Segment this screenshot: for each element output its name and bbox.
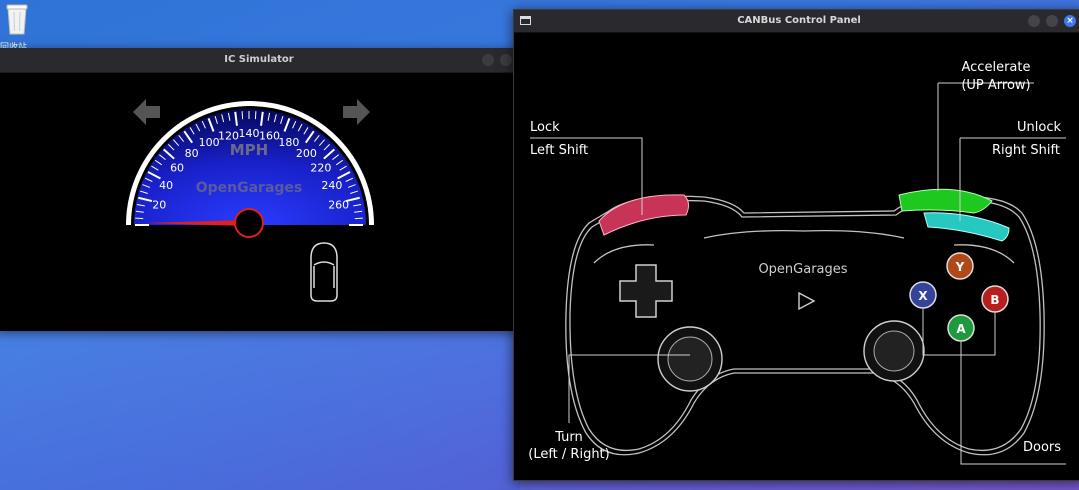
gauge-tick-label: 200: [296, 147, 317, 160]
left-turn-signal-icon: [133, 99, 160, 125]
gamepad-drawing: OpenGarages Y X B A: [530, 82, 1066, 465]
accelerate-trigger[interactable]: [898, 188, 993, 214]
x-button[interactable]: X: [909, 281, 937, 309]
ic-window-title: IC Simulator: [224, 54, 294, 65]
accelerate-key-label: (UP Arrow): [961, 78, 1031, 93]
unlock-label: Unlock: [1017, 120, 1061, 135]
controller-brand: OpenGarages: [758, 262, 847, 277]
gauge-tick-label: 240: [321, 179, 342, 192]
gauge-tick-label: 140: [239, 127, 260, 140]
doors-label: Doors: [1023, 440, 1062, 455]
controller-diagram: OpenGarages Y X B A Lock Left Shift Acce…: [514, 33, 1079, 480]
minimize-button[interactable]: [482, 54, 494, 66]
unlock-shoulder-button[interactable]: [923, 212, 1010, 242]
ic-display: 20 40 60 80 100 120 140 160 180 200 220 240 260 MPH …: [0, 73, 522, 331]
a-button[interactable]: A: [947, 314, 975, 342]
gauge-tick-label: 60: [170, 162, 184, 175]
speedometer: 20406080100120 140 160180200220240260 MPH …: [126, 101, 374, 238]
gauge-tick-label: 260: [328, 199, 349, 212]
b-button[interactable]: B: [981, 285, 1009, 313]
turn-keys-label: (Left / Right): [528, 447, 610, 462]
ic-simulator-window[interactable]: IC Simulator 20 40 60 80 100 120 140 160…: [0, 48, 522, 331]
window-app-icon: [520, 16, 531, 25]
needle-hub: [234, 208, 264, 238]
b-button-label: B: [990, 293, 999, 307]
can-window-titlebar[interactable]: CANBus Control Panel ×: [514, 10, 1079, 33]
dpad[interactable]: [619, 264, 673, 318]
start-button[interactable]: [798, 291, 816, 311]
close-button[interactable]: ×: [1064, 15, 1076, 27]
right-turn-signal-icon: [343, 99, 370, 125]
speed-unit: MPH: [230, 141, 268, 159]
left-thumbstick[interactable]: [657, 326, 723, 392]
gauge-tick-label: 80: [185, 147, 199, 160]
gauge-tick-label: 20: [152, 199, 166, 212]
gauge-tick-label: 40: [159, 179, 173, 192]
lock-label: Lock: [530, 120, 560, 135]
ic-dashboard: 20406080100120 140 160180200220240260 MPH …: [126, 99, 374, 302]
desktop-background-band: [0, 330, 520, 490]
gauge-tick-label: 220: [310, 162, 331, 175]
y-button[interactable]: Y: [946, 252, 974, 280]
x-button-label: X: [918, 289, 928, 303]
gauge-brand: OpenGarages: [196, 180, 303, 196]
y-button-label: Y: [955, 260, 965, 274]
a-button-label: A: [956, 322, 966, 336]
trash-icon[interactable]: [4, 2, 30, 36]
maximize-button[interactable]: [1046, 15, 1058, 27]
turn-label: Turn: [555, 430, 583, 445]
unlock-key-label: Right Shift: [992, 143, 1060, 158]
car-doors-icon: [310, 242, 338, 302]
gauge-tick-label: 100: [199, 136, 220, 149]
minimize-button[interactable]: [1028, 15, 1040, 27]
maximize-button[interactable]: [500, 54, 512, 66]
lock-shoulder-button[interactable]: [598, 194, 690, 236]
lock-key-label: Left Shift: [530, 143, 589, 158]
accelerate-label: Accelerate: [961, 60, 1031, 75]
ic-window-titlebar[interactable]: IC Simulator: [0, 48, 522, 73]
can-window-title: CANBus Control Panel: [737, 15, 861, 26]
canbus-control-panel-window[interactable]: CANBus Control Panel × OpenGarages Y X B…: [513, 9, 1079, 481]
right-thumbstick[interactable]: [863, 320, 925, 382]
